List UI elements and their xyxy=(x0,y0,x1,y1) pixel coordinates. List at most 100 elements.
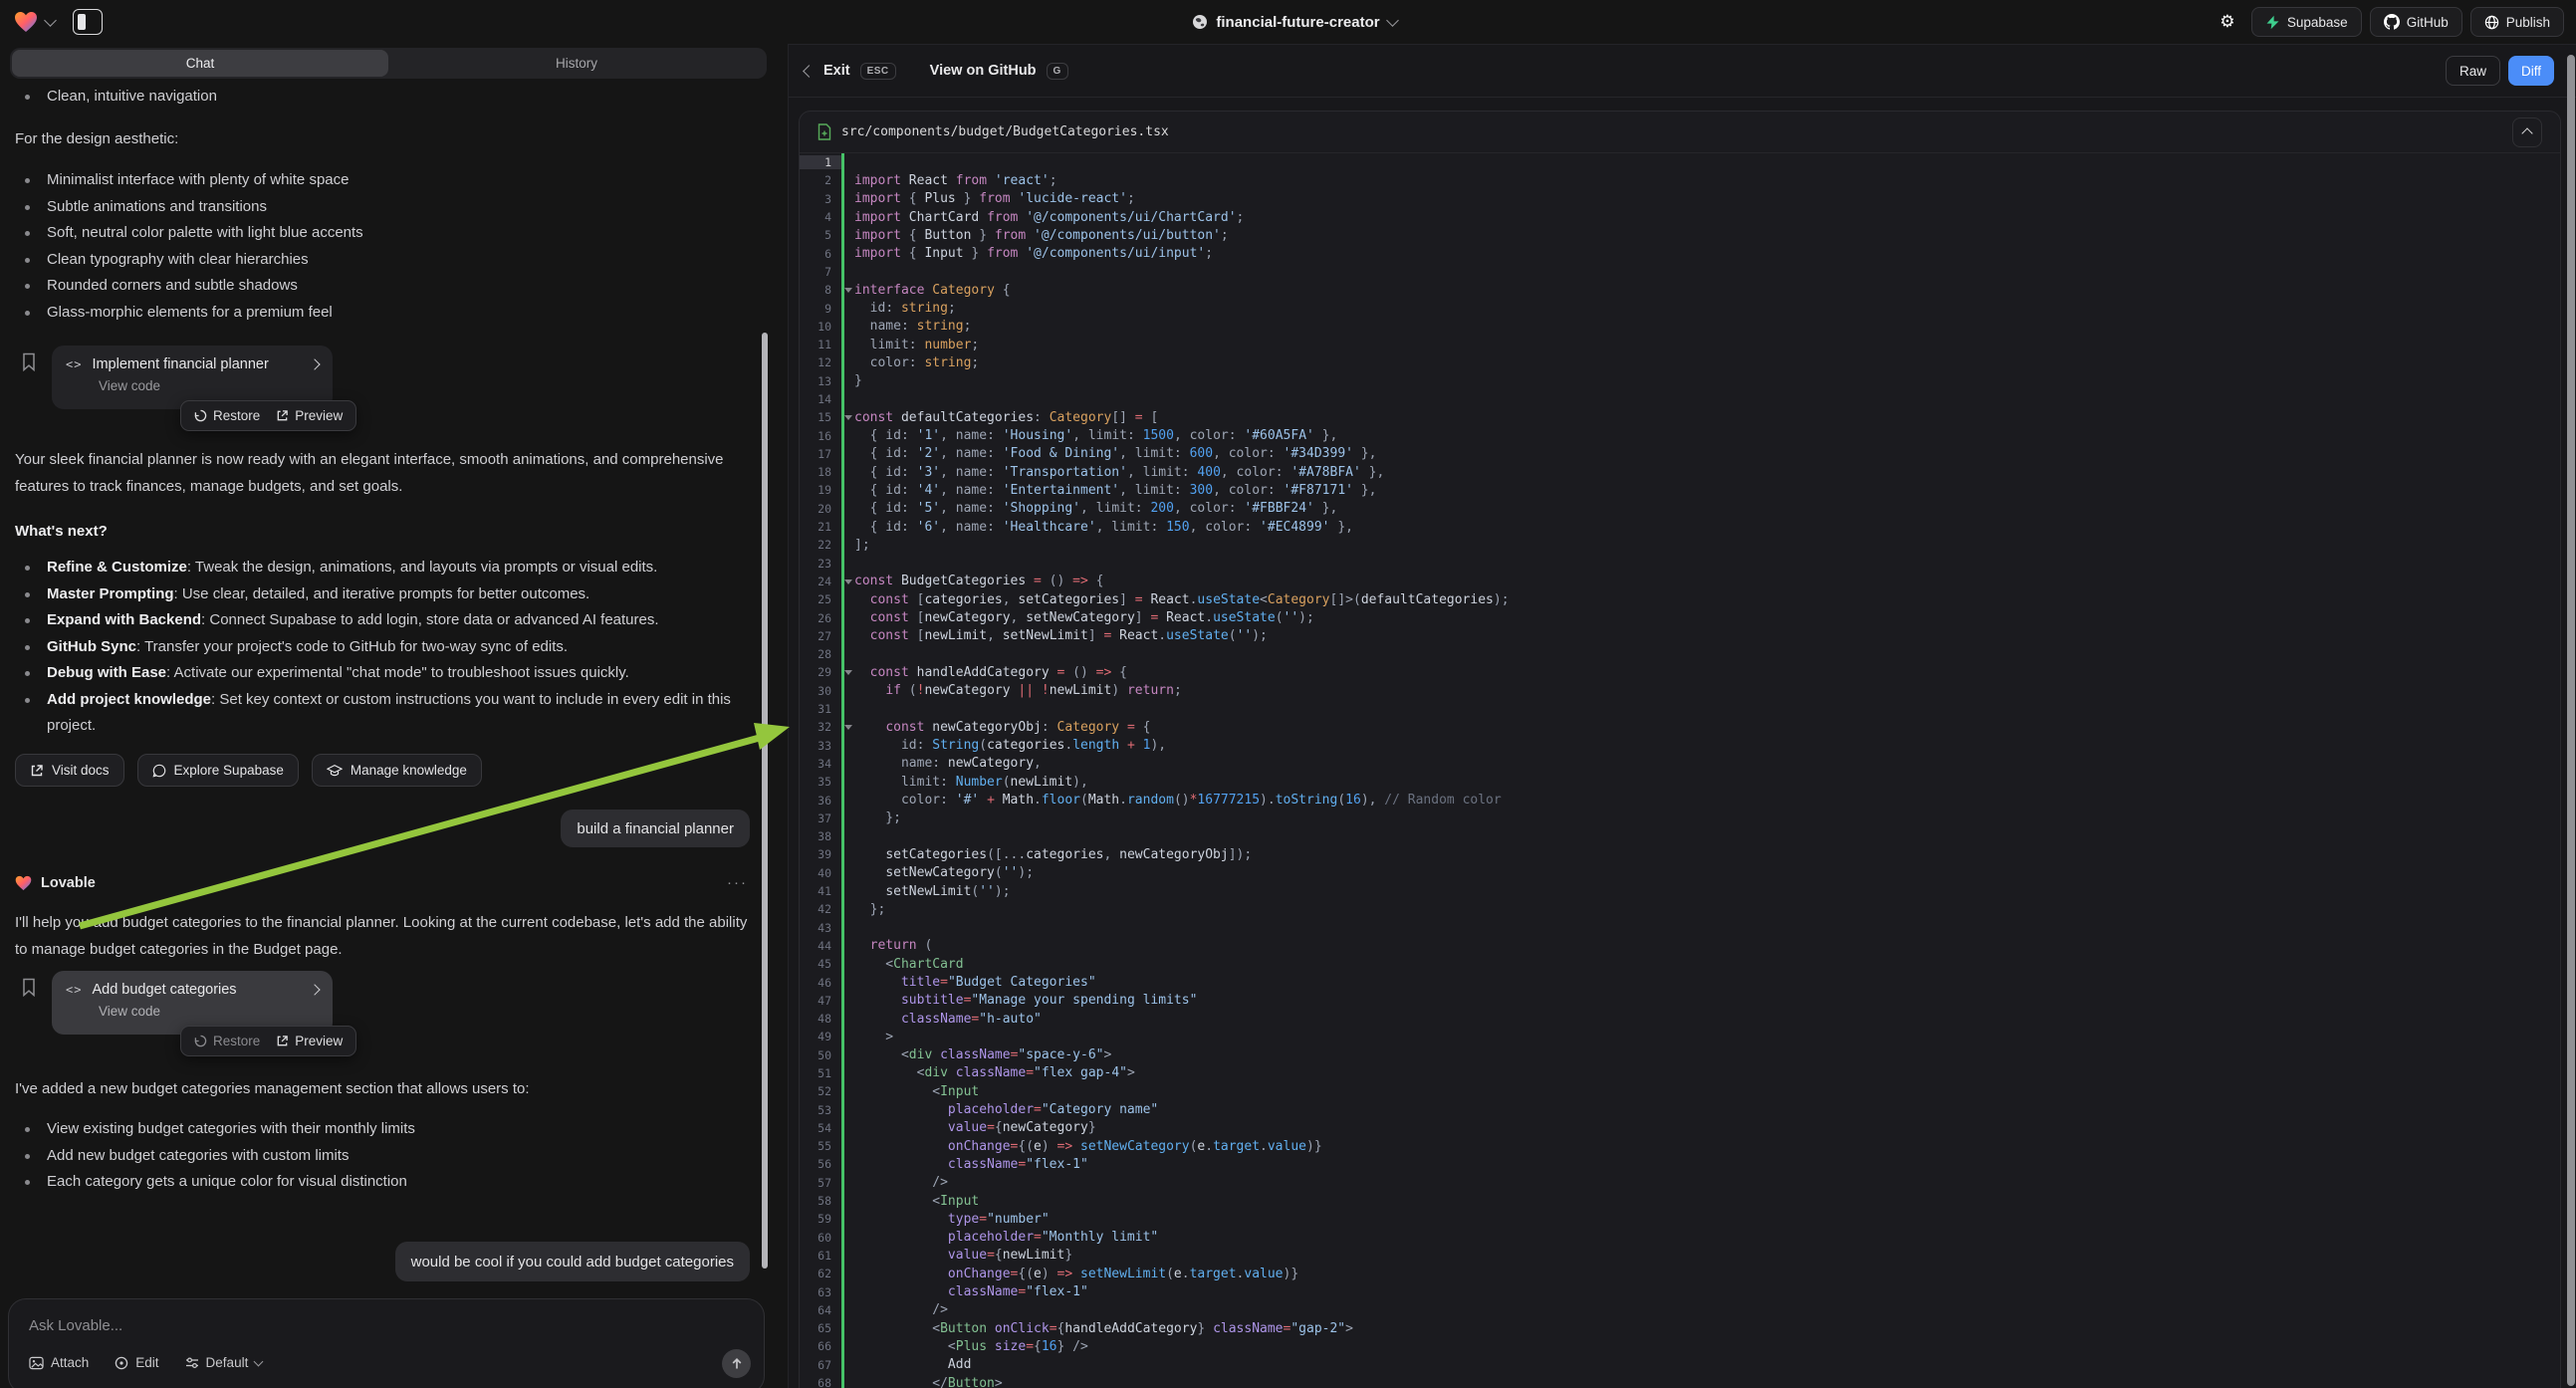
settings-gear-icon[interactable]: ⚙ xyxy=(2212,7,2243,37)
explore-supabase-button[interactable]: Explore Supabase xyxy=(137,754,299,787)
code-file-card: src/components/budget/BudgetCategories.t… xyxy=(799,111,2561,1388)
line-number: 24 xyxy=(800,575,841,588)
code-line: 7 xyxy=(800,263,2560,281)
view-code-link[interactable]: View code xyxy=(99,1004,319,1019)
send-button[interactable] xyxy=(722,1349,751,1378)
list-item: Soft, neutral color palette with light b… xyxy=(0,220,748,247)
code-line: 64 /> xyxy=(800,1301,2560,1319)
code-line: 63 className="flex-1" xyxy=(800,1282,2560,1300)
code-line: 41 setNewLimit(''); xyxy=(800,882,2560,900)
raw-toggle-button[interactable]: Raw xyxy=(2446,56,2500,86)
restore-button[interactable]: Restore xyxy=(194,408,260,423)
line-number: 5 xyxy=(800,228,841,242)
code-line: 59 type="number" xyxy=(800,1210,2560,1228)
code-line: 44 return ( xyxy=(800,937,2560,955)
manage-knowledge-button[interactable]: Manage knowledge xyxy=(312,754,482,787)
code-line: 57 /> xyxy=(800,1174,2560,1192)
supabase-button[interactable]: Supabase xyxy=(2251,7,2362,37)
target-icon xyxy=(115,1356,128,1370)
line-number: 43 xyxy=(800,921,841,935)
collapse-file-button[interactable] xyxy=(2512,117,2542,147)
chevron-right-icon xyxy=(309,984,320,995)
list-item: Debug with Ease: Activate our experiment… xyxy=(0,660,754,687)
chevron-left-icon[interactable] xyxy=(803,65,816,78)
line-number: 26 xyxy=(800,611,841,625)
github-icon xyxy=(2384,14,2400,30)
line-number: 32 xyxy=(800,720,841,734)
edit-mode-button[interactable]: Edit xyxy=(115,1355,158,1370)
publish-button[interactable]: Publish xyxy=(2470,7,2564,37)
list-item: View existing budget categories with the… xyxy=(0,1116,748,1143)
top-bar: financial-future-creator ⚙ Supabase GitH… xyxy=(0,0,2576,44)
code-line: 46 title="Budget Categories" xyxy=(800,973,2560,991)
file-header[interactable]: src/components/budget/BudgetCategories.t… xyxy=(800,112,2560,153)
external-link-icon xyxy=(276,409,289,422)
line-number: 45 xyxy=(800,957,841,971)
preview-button[interactable]: Preview xyxy=(276,1034,343,1048)
view-on-github-button[interactable]: View on GitHub xyxy=(930,63,1037,79)
line-number: 4 xyxy=(800,210,841,224)
code-icon: <> xyxy=(66,983,82,997)
card2-actions-popover: Restore Preview xyxy=(180,1026,356,1056)
project-switcher[interactable]: financial-future-creator xyxy=(1046,0,1543,44)
line-number: 63 xyxy=(800,1285,841,1299)
code-line: 30 if (!newCategory || !newLimit) return… xyxy=(800,682,2560,700)
visit-docs-button[interactable]: Visit docs xyxy=(15,754,124,787)
chevron-up-icon xyxy=(2521,127,2532,138)
list-item: Subtle animations and transitions xyxy=(0,194,748,221)
code-line: 35 limit: Number(newLimit), xyxy=(800,773,2560,791)
lovable-logo-icon[interactable] xyxy=(14,11,38,33)
fold-chevron-icon[interactable] xyxy=(844,725,852,730)
bookmark-icon[interactable] xyxy=(22,978,36,997)
fold-chevron-icon[interactable] xyxy=(844,670,852,675)
composer-input[interactable]: Ask Lovable... xyxy=(29,1317,122,1334)
line-number: 48 xyxy=(800,1012,841,1026)
restore-button[interactable]: Restore xyxy=(194,1034,260,1048)
tab-history[interactable]: History xyxy=(388,50,765,77)
model-selector[interactable]: Default xyxy=(185,1355,263,1370)
code-line: 32 const newCategoryObj: Category = { xyxy=(800,718,2560,736)
line-number: 47 xyxy=(800,994,841,1008)
attach-button[interactable]: Attach xyxy=(29,1355,89,1370)
window-scrollbar[interactable] xyxy=(2567,55,2575,1386)
github-button[interactable]: GitHub xyxy=(2370,7,2462,37)
code-line: 18 { id: '3', name: 'Transportation', li… xyxy=(800,463,2560,481)
code-line: 49 > xyxy=(800,1028,2560,1045)
code-line: 12 color: string; xyxy=(800,353,2560,371)
code-icon: <> xyxy=(66,357,82,371)
list-item: Glass-morphic elements for a premium fee… xyxy=(0,300,748,327)
preview-button[interactable]: Preview xyxy=(276,408,343,423)
view-code-link[interactable]: View code xyxy=(99,378,319,393)
exit-button[interactable]: Exit xyxy=(823,63,850,79)
line-number: 56 xyxy=(800,1157,841,1171)
code-line: 45 <ChartCard xyxy=(800,955,2560,973)
code-line: 10 name: string; xyxy=(800,318,2560,336)
fold-chevron-icon[interactable] xyxy=(844,579,852,584)
message-menu-icon[interactable]: ··· xyxy=(727,874,748,891)
sidebar-toggle-icon[interactable] xyxy=(73,9,103,35)
logo-chevron-down-icon[interactable] xyxy=(44,14,57,27)
code-line: 4import ChartCard from '@/components/ui/… xyxy=(800,208,2560,226)
code-line: 52 <Input xyxy=(800,1082,2560,1100)
code-line: 3import { Plus } from 'lucide-react'; xyxy=(800,190,2560,208)
chat-scrollbar[interactable] xyxy=(762,333,768,1269)
line-number: 19 xyxy=(800,483,841,497)
app-window: financial-future-creator ⚙ Supabase GitH… xyxy=(0,0,2576,1388)
line-number: 39 xyxy=(800,847,841,861)
code-line: 28 xyxy=(800,645,2560,663)
bookmark-icon[interactable] xyxy=(22,352,36,371)
line-number: 60 xyxy=(800,1231,841,1245)
scrolled-list: Clean, intuitive navigation xyxy=(0,84,748,111)
code-line: 31 xyxy=(800,700,2560,718)
fold-chevron-icon[interactable] xyxy=(844,288,852,293)
supabase-bolt-icon xyxy=(2265,15,2280,30)
line-number: 67 xyxy=(800,1358,841,1372)
line-number: 23 xyxy=(800,557,841,571)
list-item: Master Prompting: Use clear, detailed, a… xyxy=(0,581,754,608)
project-chevron-down-icon xyxy=(1386,14,1399,27)
tab-chat[interactable]: Chat xyxy=(12,50,388,77)
code-line: 11 limit: number; xyxy=(800,336,2560,353)
diff-toggle-button[interactable]: Diff xyxy=(2508,56,2554,86)
fold-chevron-icon[interactable] xyxy=(844,415,852,420)
whats-next-heading: What's next? xyxy=(15,523,108,540)
